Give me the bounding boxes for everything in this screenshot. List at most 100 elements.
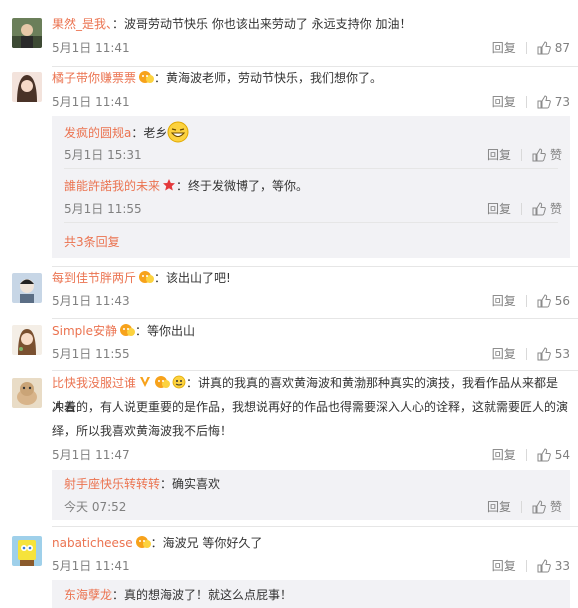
like-count: 56 (554, 293, 570, 308)
thumbs-up-icon (537, 293, 551, 307)
thumbs-up-icon (537, 94, 551, 108)
reply-button[interactable]: 回复 (492, 292, 516, 309)
divider (64, 168, 558, 169)
like-button[interactable]: 56 (537, 294, 570, 308)
avatar[interactable] (12, 378, 42, 408)
thumbs-up-icon (537, 558, 551, 572)
reply-username[interactable]: 誰能許諾我的未来 (64, 179, 160, 193)
comment-username[interactable]: Simple安静 (52, 324, 117, 338)
action-separator (520, 500, 522, 513)
like-count: 73 (554, 94, 570, 109)
reply-text: ：老乡 (131, 126, 168, 140)
comment-time: 5月1日 11:43 (52, 294, 130, 308)
comment-time: 5月1日 11:41 (52, 559, 130, 573)
thumbs-up-icon (537, 40, 551, 54)
like-button[interactable]: 73 (537, 95, 570, 109)
comment-item: 果然_是我、：波哥劳动节快乐 你也该出来劳动了 永远支持你 加油！ 5月1日 1… (0, 0, 578, 66)
like-button[interactable]: 赞 (532, 200, 562, 217)
reply-button[interactable]: 回复 (487, 146, 511, 163)
action-separator (520, 148, 522, 161)
emoji-badge-icon (172, 374, 186, 396)
like-label: 赞 (549, 202, 562, 216)
like-button[interactable]: 赞 (532, 498, 562, 515)
star-badge-icon (162, 177, 176, 199)
like-count: 54 (554, 447, 570, 462)
avatar[interactable] (12, 273, 42, 303)
grinning-emoji-icon (167, 121, 189, 150)
reply-list: 射手座快乐转转转：确实喜欢 今天 07:52 回复 赞 (52, 470, 570, 520)
comment-item: nabaticheese ：海波兄 等你好久了 5月1日 11:41 回复 33 … (0, 526, 578, 608)
like-button[interactable]: 33 (537, 559, 570, 573)
like-button[interactable]: 54 (537, 448, 570, 462)
comment-username[interactable]: 果然_是我、 (52, 17, 112, 31)
comment-username[interactable]: 比快我没服过谁 (52, 376, 136, 390)
like-button[interactable]: 53 (537, 347, 570, 361)
avatar[interactable] (12, 72, 42, 102)
action-separator (525, 41, 527, 54)
reply-button[interactable]: 回复 (492, 557, 516, 574)
verified-v-badge-icon (138, 374, 152, 396)
reply-username[interactable]: 发疯的圆规a (64, 126, 131, 140)
reply-time: 今天 07:52 (64, 500, 127, 514)
comment-text-continued: 人去的，有人说更重要的是作品，我想说再好的作品也得需要深入人心的诠释，这就需要匠… (52, 400, 569, 414)
reply-list: 东海孽龙：真的想海波了！就这么点屁事！ (52, 580, 570, 608)
like-label: 赞 (549, 148, 562, 162)
reply-text: ：真的想海波了！就这么点屁事！ (112, 588, 293, 602)
reply-username[interactable]: 射手座快乐转转转 (64, 477, 160, 491)
vip-badge-icon (135, 534, 151, 556)
comment-username[interactable]: 每到佳节胖两斤 (52, 271, 136, 285)
comment-time: 5月1日 11:55 (52, 347, 130, 361)
comment-time: 5月1日 11:41 (52, 95, 130, 109)
reply-button[interactable]: 回复 (492, 345, 516, 362)
comment-text-continued: 绎，所以我喜欢黄海波我不后悔！ (52, 424, 233, 438)
comment-username[interactable]: nabaticheese (52, 536, 133, 550)
reply-list: 发疯的圆规a：老乡 5月1日 15:31 回复 赞 誰能許諾我的未来 ：终于发微博… (52, 116, 570, 258)
like-button[interactable]: 87 (537, 41, 570, 55)
thumbs-up-icon (537, 346, 551, 360)
reply-text: ：确实喜欢 (160, 477, 221, 491)
vip-badge-icon (154, 374, 171, 396)
action-separator (525, 95, 527, 108)
comment-text: ：黄海波老师，劳动节快乐，我们想你了。 (154, 71, 383, 85)
reply-button[interactable]: 回复 (487, 498, 511, 515)
reply-button[interactable]: 回复 (492, 93, 516, 110)
action-separator (525, 347, 527, 360)
avatar[interactable] (12, 18, 42, 48)
comment-item: 橘子带你赚票票 ：黄海波老师，劳动节快乐，我们想你了。 5月1日 11:41 回复… (0, 66, 578, 266)
reply-button[interactable]: 回复 (487, 200, 511, 217)
thumbs-up-icon (537, 447, 551, 461)
like-button[interactable]: 赞 (532, 146, 562, 163)
like-label: 赞 (549, 500, 562, 514)
avatar[interactable] (12, 325, 42, 355)
comment-text: ：波哥劳动节快乐 你也该出来劳动了 永远支持你 加油！ (112, 17, 412, 31)
comment-item: 每到佳节胖两斤 ：该出山了吧! 5月1日 11:43 回复 56 (0, 266, 578, 318)
action-separator (520, 202, 522, 215)
like-count: 53 (554, 346, 570, 361)
divider (64, 222, 558, 223)
comment-time: 5月1日 11:47 (52, 448, 130, 462)
vip-badge-icon (138, 69, 155, 91)
comment-item: 比快我没服过谁 ：讲真的我真的喜欢黄海波和黄渤那种真实的演技，我看作品从来都是冲着… (0, 370, 578, 526)
action-separator (525, 559, 527, 572)
comment-text: ：该出山了吧! (154, 271, 231, 285)
action-separator (525, 294, 527, 307)
thumbs-up-icon (532, 147, 546, 161)
avatar[interactable] (12, 536, 42, 566)
like-count: 87 (554, 40, 570, 55)
reply-time: 5月1日 11:55 (64, 202, 142, 216)
vip-badge-icon (119, 322, 135, 344)
comment-username[interactable]: 橘子带你赚票票 (52, 71, 136, 85)
reply-username[interactable]: 东海孽龙 (64, 588, 112, 602)
action-separator (525, 448, 527, 461)
like-count: 33 (554, 558, 570, 573)
thumbs-up-icon (532, 201, 546, 215)
reply-button[interactable]: 回复 (492, 446, 516, 463)
thumbs-up-icon (532, 499, 546, 513)
reply-button[interactable]: 回复 (492, 39, 516, 56)
reply-text: ：终于发微博了，等你。 (176, 179, 309, 193)
reply-time: 5月1日 15:31 (64, 148, 142, 162)
comment-text: ：等你出山 (134, 324, 195, 338)
comment-time: 5月1日 11:41 (52, 41, 130, 55)
more-replies-link[interactable]: 共3条回复 (64, 233, 120, 250)
comment-text: ：海波兄 等你好久了 (150, 536, 263, 550)
